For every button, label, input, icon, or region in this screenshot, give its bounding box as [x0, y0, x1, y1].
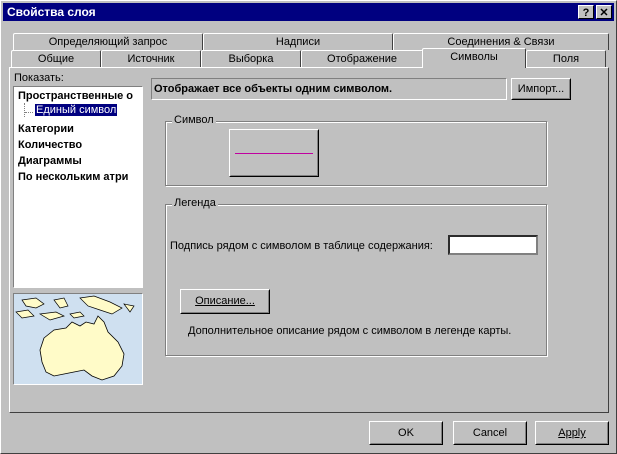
tab-general[interactable]: Общие [11, 50, 101, 67]
tab-label: Выборка [228, 53, 274, 65]
symbol-group-label: Символ [172, 114, 216, 126]
tree-item-charts[interactable]: Диаграммы [18, 155, 82, 167]
tab-label: Символы [450, 51, 498, 63]
apply-button[interactable]: Apply [535, 421, 609, 445]
description-button-label: Описание... [195, 295, 255, 307]
tab-selection[interactable]: Выборка [201, 50, 301, 67]
import-button[interactable]: Импорт... [511, 78, 571, 100]
symbol-button[interactable] [229, 129, 319, 177]
tab-label: Определяющий запрос [48, 36, 168, 48]
ok-button[interactable]: OK [369, 421, 443, 445]
tab-label: Соединения & Связи [447, 36, 555, 48]
description-hint: Дополнительное описание рядом с символом… [188, 325, 512, 337]
tab-label: Отображение [327, 53, 397, 65]
cancel-button[interactable]: Cancel [453, 421, 527, 445]
tab-label: Общие [37, 53, 75, 65]
renderer-description: Отображает все объекты одним символом. [154, 83, 393, 95]
tab-label: Надписи [275, 36, 321, 48]
tab-panel-symbology: Показать: Пространственные о Единый симв… [9, 67, 609, 413]
symbol-group [165, 121, 547, 186]
title-bar: Свойства слоя ? ✕ [3, 3, 614, 21]
close-button[interactable]: ✕ [596, 5, 612, 19]
tree-item-multiple-attributes[interactable]: По нескольким атри [18, 171, 128, 183]
tab-source[interactable]: Источник [101, 50, 201, 67]
tree-connector [24, 103, 26, 117]
preview-map-image [13, 293, 143, 385]
tab-label: Источник [127, 53, 175, 65]
description-button[interactable]: Описание... [180, 289, 270, 314]
layer-properties-dialog: Свойства слоя ? ✕ Определяющий запрос На… [0, 0, 617, 454]
renderer-description-box: Отображает все объекты одним символом. [151, 78, 507, 100]
import-button-label: Импорт... [517, 83, 565, 95]
legend-caption-input[interactable] [448, 235, 538, 255]
tab-label: Поля [552, 53, 580, 65]
tab-labels[interactable]: Надписи [203, 33, 393, 50]
legend-group-label: Легенда [172, 197, 218, 209]
tab-definition-query[interactable]: Определяющий запрос [13, 33, 203, 50]
renderer-tree[interactable]: Пространственные о Единый символ Категор… [13, 86, 143, 288]
cancel-button-label: Cancel [472, 427, 508, 439]
caption-label: Подпись рядом с символом в таблице содер… [170, 240, 433, 252]
australia-map-graphic [14, 294, 142, 384]
show-label: Показать: [14, 72, 64, 84]
tree-connector [25, 112, 33, 113]
help-button[interactable]: ? [578, 5, 594, 19]
tree-item-features[interactable]: Пространственные о [18, 90, 133, 102]
window-title: Свойства слоя [7, 5, 96, 19]
tree-item-quantities[interactable]: Количество [18, 139, 82, 151]
tab-symbology[interactable]: Символы [422, 48, 526, 68]
tree-item-categories[interactable]: Категории [18, 123, 74, 135]
apply-button-label: Apply [558, 427, 586, 439]
line-symbol-swatch [235, 153, 313, 154]
tab-fields[interactable]: Поля [526, 50, 606, 67]
tab-display[interactable]: Отображение [301, 50, 423, 67]
ok-button-label: OK [398, 427, 414, 439]
tree-item-single-symbol[interactable]: Единый символ [33, 103, 119, 117]
